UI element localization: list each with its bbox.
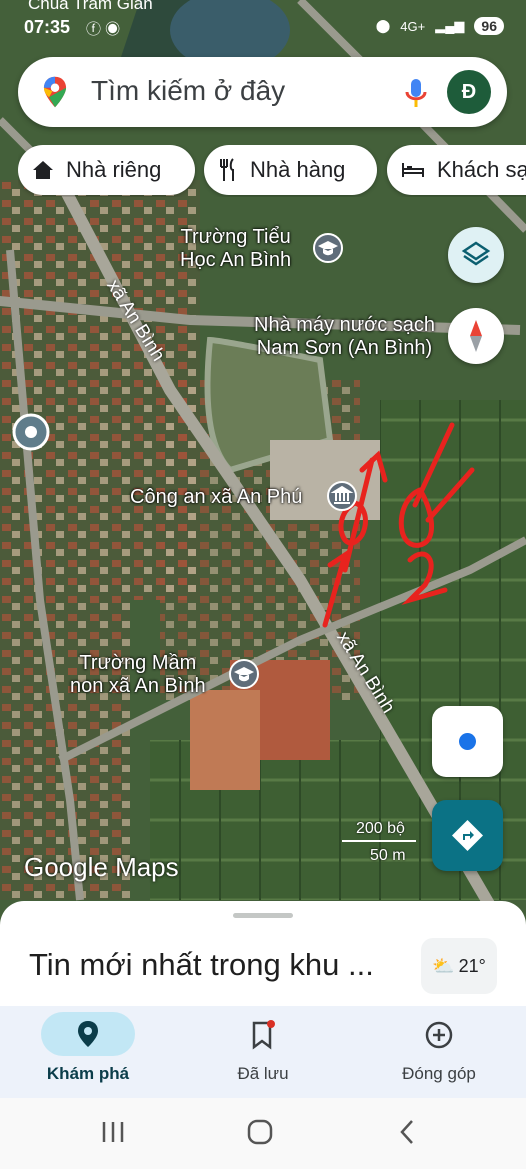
nav-label: Đóng góp xyxy=(402,1064,476,1083)
weather-chip[interactable]: ⛅ 21° xyxy=(421,938,497,994)
recent-apps-icon[interactable] xyxy=(100,1120,126,1144)
compass-icon xyxy=(470,320,482,352)
school-icon[interactable] xyxy=(312,232,344,264)
status-app-icons: ⓕ ◉ xyxy=(86,21,121,38)
chip-label: Nhà riêng xyxy=(66,157,162,182)
google-maps-pin-icon xyxy=(43,76,67,108)
signal-icon: ▂▄▆ xyxy=(435,18,465,33)
chip-hotels[interactable]: Khách sạn xyxy=(387,145,526,195)
place-label-water-plant[interactable]: Nhà máy nước sạch Nam Sơn (An Bình) xyxy=(254,314,435,360)
status-right: ⬤ 4G+ ▂▄▆ 96 xyxy=(376,17,504,35)
battery-badge: 96 xyxy=(474,17,504,35)
home-icon xyxy=(33,161,53,179)
status-time: 07:35 xyxy=(24,17,71,37)
nav-explore[interactable]: Khám phá xyxy=(31,1006,145,1098)
layers-button[interactable] xyxy=(448,227,504,283)
nav-label: Khám phá xyxy=(46,1064,130,1083)
chip-home[interactable]: Nhà riêng xyxy=(18,145,195,195)
search-input[interactable]: Tìm kiếm ở đây xyxy=(91,75,285,107)
system-navigation-bar xyxy=(0,1098,526,1169)
google-maps-logo: Google Maps xyxy=(24,852,179,882)
chip-label: Nhà hàng xyxy=(250,157,346,182)
compass-button[interactable] xyxy=(448,308,504,364)
nav-contribute[interactable]: Đóng góp xyxy=(364,1006,514,1098)
hotel-icon xyxy=(402,163,424,177)
restaurant-icon xyxy=(220,158,234,181)
partly-cloudy-icon: ⛅ xyxy=(432,955,455,976)
bookmark-icon xyxy=(252,1020,275,1050)
microphone-icon[interactable] xyxy=(404,77,428,109)
sheet-handle[interactable] xyxy=(233,913,293,918)
map-scale: 200 bộ 50 m xyxy=(342,818,416,864)
directions-icon xyxy=(452,820,483,851)
chip-label: Khách sạn xyxy=(437,157,526,182)
status-bar: Chùa Tràm Gian 07:35 ⓕ ◉ ⬤ 4G+ ▂▄▆ 96 xyxy=(0,0,526,40)
my-location-icon xyxy=(459,733,476,750)
place-label-primary-school[interactable]: Trường Tiểu Học An Bình xyxy=(180,226,291,272)
school-icon[interactable] xyxy=(228,658,260,690)
place-label-kindergarten[interactable]: Trường Mầm non xã An Bình xyxy=(70,652,206,698)
bottom-navigation: Khám phá Đã lưu Đóng góp xyxy=(0,1006,526,1098)
directions-button[interactable] xyxy=(432,800,503,871)
back-icon[interactable] xyxy=(397,1119,417,1145)
government-icon[interactable] xyxy=(326,480,358,512)
account-avatar[interactable]: Đ xyxy=(447,70,491,114)
status-place: Chùa Tràm Gian xyxy=(28,0,153,13)
nav-label: Đã lưu xyxy=(237,1064,289,1083)
home-button-icon[interactable] xyxy=(247,1118,273,1146)
weather-temp: 21° xyxy=(458,955,486,976)
sheet-title: Tin mới nhất trong khu ... xyxy=(29,947,374,982)
chip-restaurants[interactable]: Nhà hàng xyxy=(204,145,377,195)
explore-pin-icon xyxy=(78,1021,98,1047)
nav-saved[interactable]: Đã lưu xyxy=(188,1006,338,1098)
category-chips: Nhà riêng Nhà hàng Khách sạn xyxy=(18,145,526,197)
my-location-button[interactable] xyxy=(432,706,503,777)
place-label-police[interactable]: Công an xã An Phú xyxy=(130,486,302,509)
search-bar[interactable]: Tìm kiếm ở đây Đ xyxy=(18,57,507,127)
network-label: 4G+ xyxy=(400,18,426,34)
add-circle-icon xyxy=(425,1021,453,1049)
layers-icon xyxy=(461,241,491,266)
location-status-icon: ⬤ xyxy=(375,18,391,33)
latest-news-sheet[interactable]: Tin mới nhất trong khu ... ⛅ 21° xyxy=(0,901,526,1009)
